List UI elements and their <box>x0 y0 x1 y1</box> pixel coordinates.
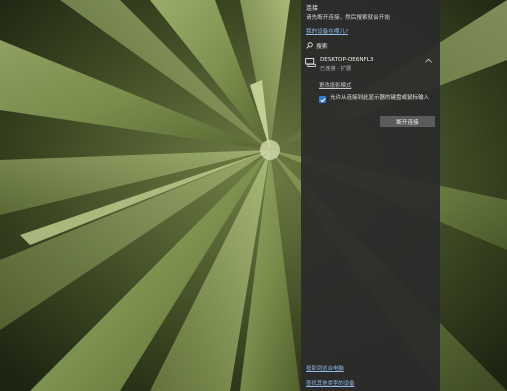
display-icon <box>305 58 316 67</box>
device-item[interactable]: DESKTOP-OE6NFL3 已连接 - 扩展 <box>305 56 434 78</box>
allow-input-label: 允许从连接到此显示器的键盘或鼠标输入 <box>330 95 430 101</box>
find-other-devices-link[interactable]: 查找其他类型的设备 <box>306 379 355 387</box>
disconnect-button[interactable]: 断开连接 <box>380 116 435 127</box>
panel-title: 连接 <box>306 5 319 12</box>
search-row[interactable]: 搜索 <box>306 40 432 50</box>
search-label: 搜索 <box>316 43 328 50</box>
checkmark-icon <box>319 97 326 102</box>
device-name: DESKTOP-OE6NFL3 <box>320 57 374 63</box>
where-is-my-device-link[interactable]: 我的设备在哪儿? <box>306 27 348 35</box>
device-status: 已连接 - 扩展 <box>320 66 352 72</box>
chevron-up-icon[interactable] <box>425 58 432 63</box>
search-icon <box>306 41 313 49</box>
allow-input-checkbox[interactable] <box>319 96 326 103</box>
change-projection-mode-link[interactable]: 更改投影模式 <box>319 81 351 89</box>
project-to-this-pc-link[interactable]: 投影到这台电脑 <box>306 364 344 372</box>
connect-panel: 连接 请先断开连接，然后搜索就会开始 我的设备在哪儿? 搜索 DESKTOP-O… <box>301 0 440 391</box>
panel-description: 请先断开连接，然后搜索就会开始 <box>306 15 390 21</box>
